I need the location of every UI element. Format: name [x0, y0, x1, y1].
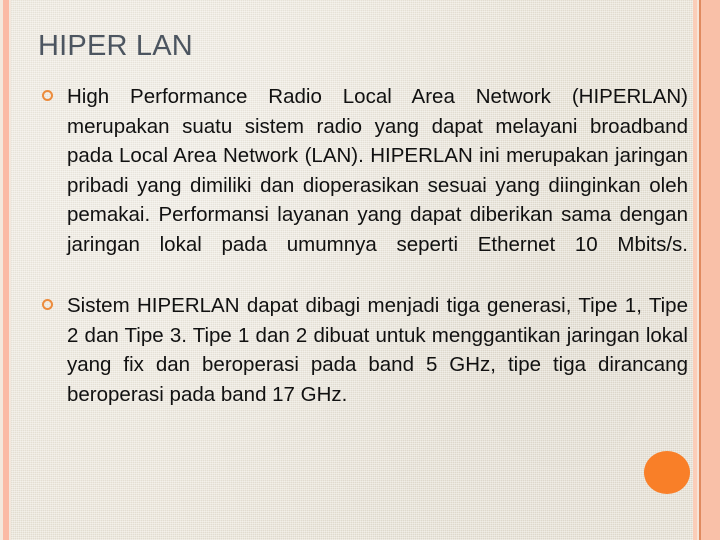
bullet-item-text: High Performance Radio Local Area Networ… [67, 85, 688, 256]
left-edge-stripe [0, 0, 11, 540]
slide-body: High Performance Radio Local Area Networ… [40, 82, 688, 412]
left-stripe-salmon-band [3, 0, 9, 540]
right-edge-stripe [692, 0, 720, 540]
slide-canvas: HIPER LAN High Performance Radio Local A… [0, 0, 720, 540]
bullet-item: Sistem HIPERLAN dapat dibagi menjadi tig… [40, 291, 688, 409]
right-stripe-wide-band [699, 0, 720, 540]
slide-title: HIPER LAN [38, 30, 193, 62]
right-stripe-dark-line [699, 0, 701, 540]
orange-circle-decoration [644, 451, 690, 494]
hollow-circle-bullet-icon [42, 90, 53, 101]
bullet-item: High Performance Radio Local Area Networ… [40, 82, 688, 289]
bullet-item-text: Sistem HIPERLAN dapat dibagi menjadi tig… [67, 294, 688, 406]
hollow-circle-bullet-icon [42, 299, 53, 311]
right-stripe-pale-band [693, 0, 697, 540]
